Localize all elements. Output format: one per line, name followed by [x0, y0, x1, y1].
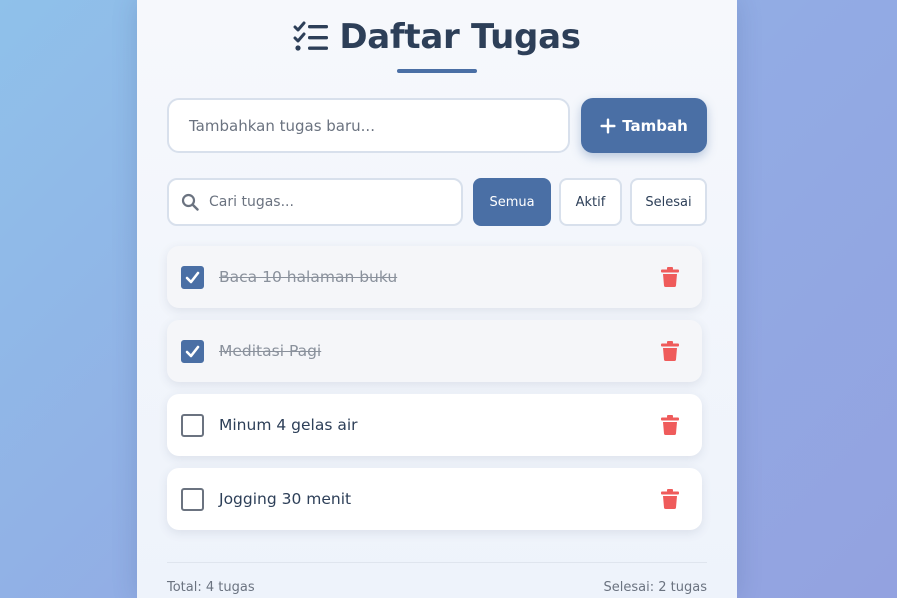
- trash-icon[interactable]: [661, 267, 679, 287]
- filter-active-label: Aktif: [575, 194, 606, 210]
- total-count: Total: 4 tugas: [167, 580, 255, 595]
- task-list-icon: [293, 21, 329, 51]
- done-count: Selesai: 2 tugas: [603, 580, 707, 595]
- task-checkbox[interactable]: [181, 487, 204, 511]
- todo-card: Daftar Tugas Tambahkan tugas baru... Tam…: [137, 0, 737, 598]
- trash-icon[interactable]: [661, 489, 679, 509]
- new-task-input[interactable]: Tambahkan tugas baru...: [167, 98, 570, 153]
- task-item: Meditasi Pagi: [167, 320, 702, 382]
- plus-icon: [600, 118, 616, 133]
- search-placeholder: Cari tugas...: [209, 194, 294, 210]
- add-task-button[interactable]: Tambah: [581, 98, 707, 153]
- task-checkbox[interactable]: [181, 339, 204, 363]
- filter-all-label: Semua: [489, 194, 535, 210]
- task-item: Minum 4 gelas air: [167, 394, 702, 456]
- filter-all-button[interactable]: Semua: [473, 178, 551, 226]
- task-item: Baca 10 halaman buku: [167, 246, 702, 308]
- check-icon: [185, 345, 200, 357]
- task-checkbox[interactable]: [181, 413, 204, 437]
- task-text: Minum 4 gelas air: [219, 416, 358, 434]
- filter-done-label: Selesai: [645, 194, 692, 210]
- title-underline: [397, 69, 477, 73]
- header: Daftar Tugas: [137, 14, 737, 60]
- search-input[interactable]: Cari tugas...: [167, 178, 463, 226]
- trash-icon[interactable]: [661, 415, 679, 435]
- task-text: Baca 10 halaman buku: [219, 268, 398, 286]
- new-task-placeholder: Tambahkan tugas baru...: [189, 116, 375, 135]
- check-icon: [185, 271, 200, 283]
- footer-divider: [167, 562, 707, 563]
- page-title: Daftar Tugas: [339, 17, 581, 57]
- add-task-label: Tambah: [622, 116, 688, 135]
- task-item: Jogging 30 menit: [167, 468, 702, 530]
- search-icon: [181, 193, 199, 211]
- filter-done-button[interactable]: Selesai: [630, 178, 707, 226]
- task-checkbox[interactable]: [181, 265, 204, 289]
- task-text: Jogging 30 menit: [219, 490, 352, 508]
- filter-active-button[interactable]: Aktif: [559, 178, 622, 226]
- trash-icon[interactable]: [661, 341, 679, 361]
- task-text: Meditasi Pagi: [219, 342, 322, 360]
